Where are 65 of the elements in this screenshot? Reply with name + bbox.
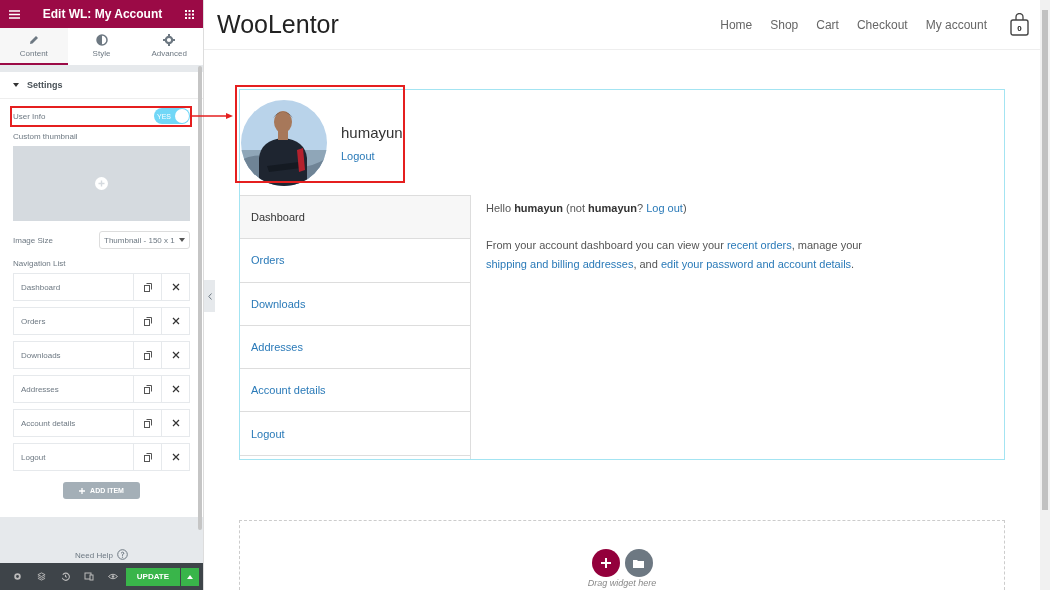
pencil-icon <box>27 33 40 46</box>
collapse-handle[interactable] <box>204 280 215 312</box>
chevron-icon <box>207 292 212 300</box>
copy-icon <box>143 282 152 292</box>
user-name: humayun <box>341 123 403 141</box>
layers-icon[interactable] <box>37 572 47 581</box>
panel-tab[interactable]: Content <box>0 28 68 65</box>
panel-title: Edit WL: My Account <box>42 7 163 21</box>
drop-hint: Drag widget here <box>587 578 657 588</box>
eye-icon[interactable] <box>107 573 118 580</box>
account-nav-item[interactable]: Account details <box>240 369 470 413</box>
help-link[interactable]: Need Help <box>75 551 113 560</box>
help-icon[interactable] <box>116 549 128 560</box>
gear-icon <box>163 33 176 46</box>
plus-icon <box>79 487 86 494</box>
greeting-text: Hello humayun (not humayun? Log out) <box>486 201 688 216</box>
copy-icon <box>143 350 152 360</box>
nav-link[interactable]: Checkout <box>856 17 908 32</box>
field-label: Image Size <box>13 235 54 245</box>
settings-icon[interactable] <box>13 572 23 581</box>
copy-icon <box>143 452 152 462</box>
dashboard-intro: From your account dashboard you can view your recent orders, manage your shipping and billing addresses, and edit your password and account details. <box>486 238 864 272</box>
caret-icon[interactable] <box>13 83 19 87</box>
field-label: User Info <box>13 111 46 121</box>
account-nav-item[interactable]: Addresses <box>240 325 470 370</box>
copy-icon <box>143 316 152 326</box>
logout-link[interactable]: Logout <box>341 149 403 162</box>
folder-icon <box>633 558 644 568</box>
image-size-select[interactable]: Thumbnail - 150 x 1 <box>99 231 190 249</box>
annotation-arrow <box>191 112 234 120</box>
copy-icon <box>143 418 152 428</box>
close-icon <box>171 351 180 359</box>
add-section-button[interactable] <box>591 549 620 577</box>
text-link[interactable]: recent orders <box>726 239 792 251</box>
field-label: Custom thumbnail <box>13 132 79 141</box>
plus-icon <box>95 177 108 190</box>
grid-icon[interactable] <box>185 9 194 19</box>
close-icon <box>171 283 180 291</box>
nav-link[interactable]: Home <box>720 17 753 32</box>
close-icon <box>171 317 180 325</box>
devices-icon[interactable] <box>84 572 95 581</box>
copy-icon <box>143 384 152 394</box>
section-title[interactable]: Settings <box>27 80 63 90</box>
close-icon <box>171 419 180 427</box>
contrast-icon <box>95 33 108 46</box>
template-button[interactable] <box>624 549 653 577</box>
update-button[interactable]: UPDATE <box>125 567 181 586</box>
text-link[interactable]: Log out <box>646 202 683 214</box>
menu-icon[interactable] <box>9 9 20 19</box>
options-button[interactable] <box>181 567 199 586</box>
close-icon <box>171 453 180 461</box>
account-nav-item[interactable]: Orders <box>240 239 470 283</box>
scrollbar[interactable] <box>198 66 202 530</box>
account-nav-item[interactable]: Dashboard <box>240 196 470 240</box>
nav-link[interactable]: Shop <box>770 17 799 32</box>
account-nav-item[interactable]: Downloads <box>240 282 470 326</box>
site-logo[interactable]: WooLentor <box>217 10 703 39</box>
close-icon <box>171 385 180 393</box>
nav-link[interactable]: Cart <box>816 17 839 32</box>
field-label: Navigation List <box>13 259 67 268</box>
scrollbar[interactable] <box>1040 0 1050 590</box>
history-icon[interactable] <box>60 572 70 581</box>
nav-link[interactable]: My account <box>925 17 987 32</box>
account-nav-item[interactable]: Logout <box>240 412 470 456</box>
plus-icon <box>600 558 611 568</box>
